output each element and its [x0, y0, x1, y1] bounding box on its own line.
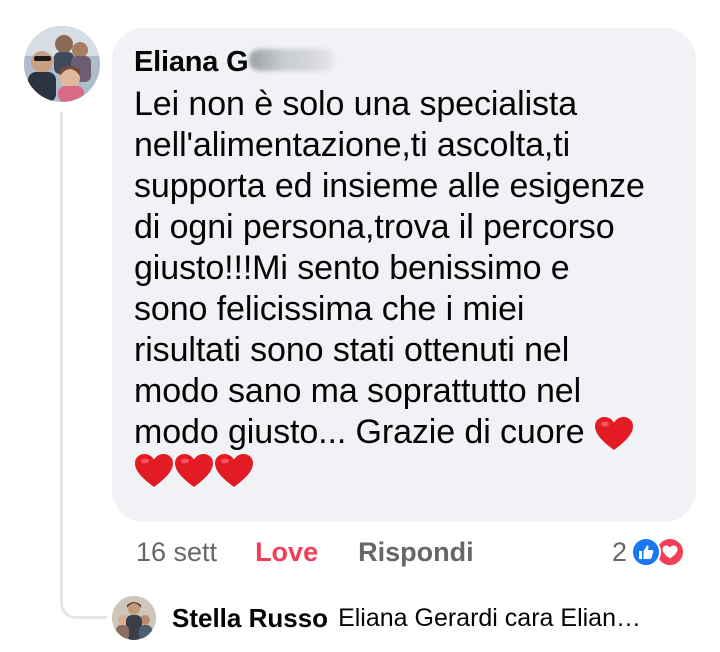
comment-bubble: Eliana G Lei non è solo una specialista …	[112, 28, 696, 522]
red-heart-emoji-icon	[214, 453, 254, 489]
reply-button[interactable]: Rispondi	[358, 537, 474, 568]
redacted-surname-blur	[249, 49, 336, 72]
reply-text-preview[interactable]: Eliana Gerardi cara Elian…	[338, 604, 676, 633]
reply-preview[interactable]: Stella Russo Eliana Gerardi cara Elian…	[112, 596, 676, 640]
reaction-count: 2	[612, 536, 628, 567]
red-heart-emoji-icon	[594, 416, 634, 452]
reply-author-name[interactable]: Stella Russo	[172, 603, 328, 634]
group-photo-avatar-icon	[112, 596, 156, 640]
author-name[interactable]: Eliana G	[134, 46, 249, 78]
comment-text: Lei non è solo una specialista nell'alim…	[134, 84, 672, 453]
comment-timestamp[interactable]: 16 sett	[136, 537, 217, 568]
commenter-avatar[interactable]	[24, 26, 100, 102]
heart-emoji-row	[134, 453, 672, 497]
family-photo-avatar-icon	[24, 26, 100, 102]
comment-author[interactable]: Eliana G	[134, 44, 672, 80]
red-heart-emoji-icon	[174, 453, 214, 489]
comment-actions: 16 sett Love Rispondi	[136, 532, 474, 572]
reply-avatar[interactable]	[112, 596, 156, 640]
like-icon	[631, 537, 662, 567]
red-heart-emoji-icon	[134, 453, 174, 489]
thread-connector-line	[60, 112, 107, 619]
reaction-summary[interactable]: 2	[612, 532, 686, 572]
love-reaction-button[interactable]: Love	[255, 537, 318, 568]
comment-body: Lei non è solo una specialista nell'alim…	[134, 85, 645, 451]
